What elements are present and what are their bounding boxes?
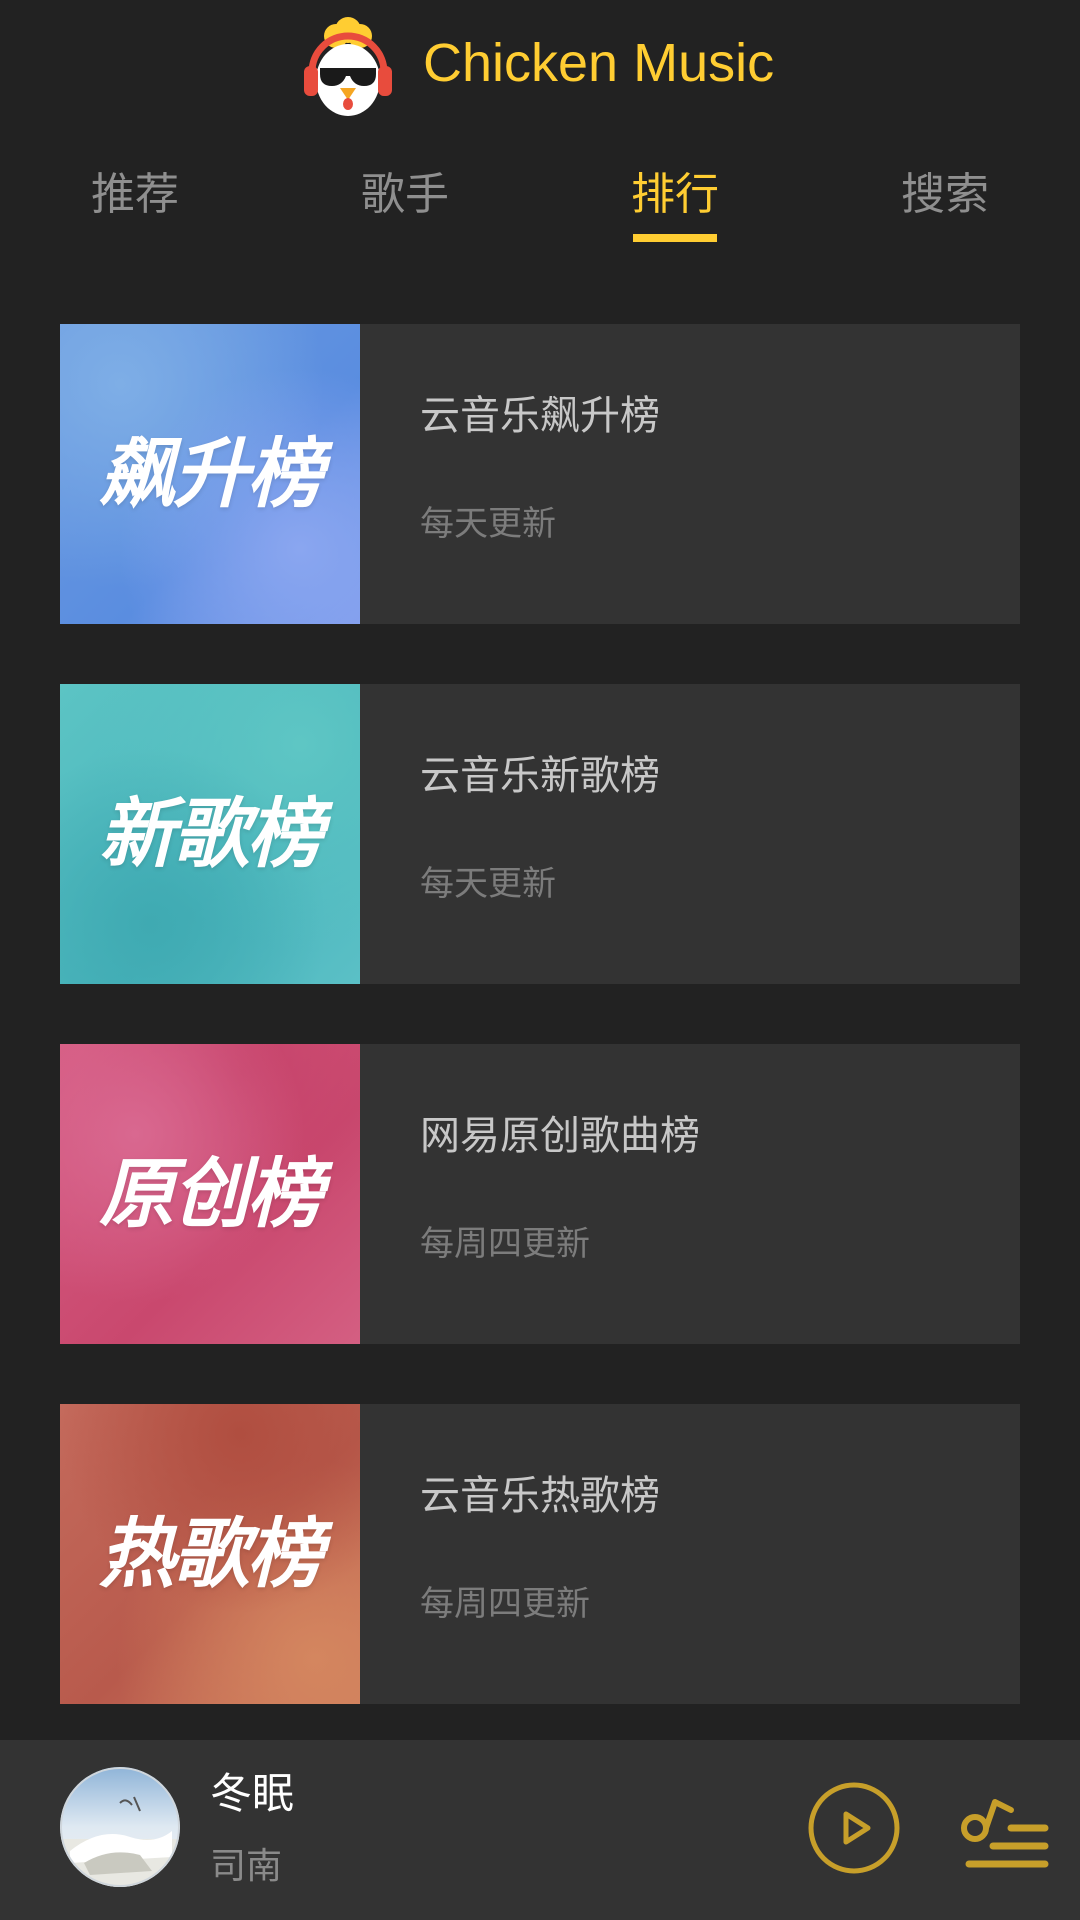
tab-search[interactable]: 搜索	[810, 160, 1080, 230]
rank-name: 云音乐新歌榜	[420, 753, 660, 799]
song-title: 冬眠	[210, 1769, 295, 1818]
rank-cover-label: 原创榜	[99, 1149, 323, 1238]
rank-item-soaring[interactable]: 飙升榜 云音乐飙升榜 每天更新	[60, 324, 1020, 624]
rank-update-frequency: 每周四更新	[420, 1584, 590, 1624]
mini-player[interactable]: 冬眠 司南	[0, 1740, 1080, 1920]
chicken-logo-icon	[300, 16, 396, 120]
tab-bar: 推荐 歌手 排行 搜索	[0, 160, 1080, 250]
rank-update-frequency: 每天更新	[420, 864, 556, 904]
tab-singer[interactable]: 歌手	[270, 160, 540, 230]
tab-rank[interactable]: 排行	[540, 160, 810, 230]
playlist-button[interactable]	[955, 1784, 1051, 1880]
rank-item-hot[interactable]: 热歌榜 云音乐热歌榜 每周四更新	[60, 1404, 1020, 1704]
rank-cover-label: 飙升榜	[99, 429, 323, 518]
play-button[interactable]	[806, 1780, 902, 1876]
app-header: Chicken Music	[0, 0, 1080, 130]
rank-update-frequency: 每天更新	[420, 504, 556, 544]
rank-cover-label: 新歌榜	[99, 789, 323, 878]
play-circle-icon	[808, 1782, 900, 1874]
rank-name: 云音乐热歌榜	[420, 1473, 660, 1519]
rank-cover-image: 飙升榜	[60, 324, 360, 624]
tab-recommend[interactable]: 推荐	[0, 160, 270, 230]
active-tab-indicator	[633, 234, 717, 242]
app-title: Chicken Music	[423, 33, 775, 93]
rank-name: 云音乐飙升榜	[420, 393, 660, 439]
rank-item-original[interactable]: 原创榜 网易原创歌曲榜 每周四更新	[60, 1044, 1020, 1344]
song-artist: 司南	[210, 1846, 283, 1887]
app-page: Chicken Music 推荐 歌手 排行 搜索 飙升榜 云音乐飙升榜 每天更…	[0, 0, 1080, 1920]
rank-cover-label: 热歌榜	[99, 1509, 323, 1598]
rank-cover-image: 热歌榜	[60, 1404, 360, 1704]
rank-cover-image: 原创榜	[60, 1044, 360, 1344]
rank-update-frequency: 每周四更新	[420, 1224, 590, 1264]
rank-item-new-songs[interactable]: 新歌榜 云音乐新歌榜 每天更新	[60, 684, 1020, 984]
playlist-icon	[961, 1799, 1049, 1868]
rank-cover-image: 新歌榜	[60, 684, 360, 984]
album-cover-image[interactable]	[60, 1767, 180, 1887]
rank-name: 网易原创歌曲榜	[420, 1113, 700, 1159]
